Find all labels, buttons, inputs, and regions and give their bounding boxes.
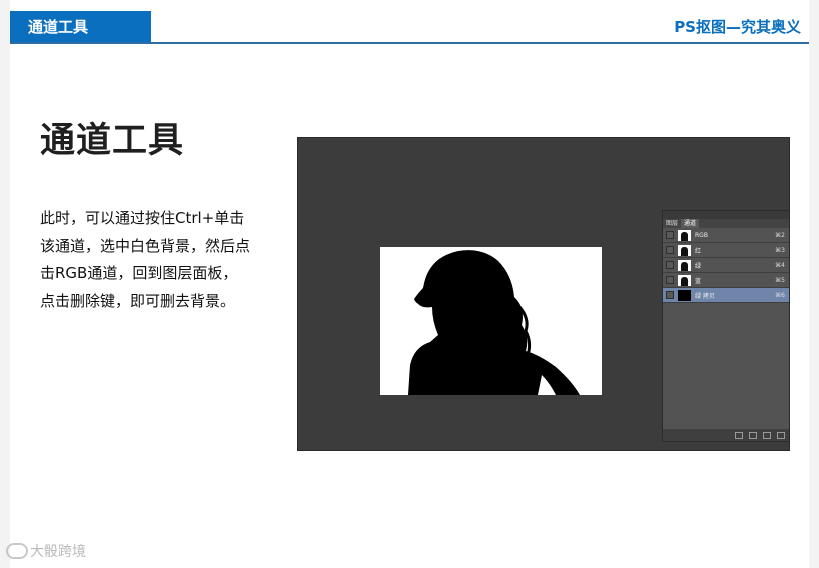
watermark-logo-icon	[6, 543, 28, 559]
header-divider	[10, 42, 809, 44]
channel-thumbnail	[678, 259, 691, 271]
channel-label: 蓝	[695, 277, 702, 285]
instruction-paragraph: 此时，可以通过按住Ctrl+单击 该通道，选中白色背景，然后点 击RGB通道，回…	[40, 205, 280, 315]
tab-channels[interactable]: 通道	[681, 219, 700, 228]
channel-label: 红	[695, 247, 702, 255]
watermark-text: 大骰跨境	[30, 544, 86, 560]
paragraph-line: 点击删除键，即可删去背景。	[40, 291, 236, 310]
visibility-icon[interactable]	[666, 276, 674, 284]
visibility-icon[interactable]	[666, 231, 674, 239]
channel-label: 绿	[695, 262, 702, 270]
paragraph-line: 该通道，选中白色背景，然后点	[40, 236, 251, 255]
channel-label: RGB	[695, 231, 708, 239]
channel-shortcut: ⌘6	[775, 291, 785, 299]
section-tab: 通道工具	[10, 11, 151, 43]
save-selection-icon[interactable]	[749, 431, 757, 439]
paragraph-line: 击RGB通道，回到图层面板，	[40, 264, 238, 282]
channel-row-rgb[interactable]: RGB ⌘2	[663, 228, 789, 243]
panel-footer	[663, 429, 789, 441]
new-channel-icon[interactable]	[763, 431, 771, 439]
panel-tabs: 图层 通道	[663, 219, 789, 228]
channel-row-blue[interactable]: 蓝 ⌘5	[663, 273, 789, 288]
delete-channel-icon[interactable]	[777, 431, 785, 439]
channel-row-red[interactable]: 红 ⌘3	[663, 243, 789, 258]
channel-shortcut: ⌘2	[775, 231, 785, 239]
channel-label: 绿 拷贝	[695, 292, 715, 300]
channel-thumbnail	[678, 274, 691, 286]
channel-shortcut: ⌘4	[775, 261, 785, 269]
watermark: 大骰跨境	[6, 541, 86, 561]
channels-panel: 图层 通道 RGB ⌘2 红 ⌘3 绿 ⌘4 蓝 ⌘5 绿 拷贝 ⌘6	[662, 210, 789, 442]
silhouette-graphic	[380, 247, 602, 395]
page-title: 通道工具	[40, 121, 185, 161]
silhouette-image	[380, 247, 602, 395]
channel-shortcut: ⌘5	[775, 276, 785, 284]
panel-titlebar	[663, 211, 789, 219]
channel-row-green-copy[interactable]: 绿 拷贝 ⌘6	[663, 288, 789, 303]
visibility-icon[interactable]	[666, 291, 674, 299]
course-title: PS抠图—究其奥义	[674, 18, 801, 36]
channel-thumbnail	[678, 229, 691, 241]
channel-thumbnail	[678, 244, 691, 256]
channel-row-green[interactable]: 绿 ⌘4	[663, 258, 789, 273]
load-selection-icon[interactable]	[735, 431, 743, 439]
channel-shortcut: ⌘3	[775, 246, 785, 254]
visibility-icon[interactable]	[666, 261, 674, 269]
tab-layers[interactable]: 图层	[663, 219, 681, 228]
visibility-icon[interactable]	[666, 246, 674, 254]
photoshop-screenshot: 图层 通道 RGB ⌘2 红 ⌘3 绿 ⌘4 蓝 ⌘5 绿 拷贝 ⌘6	[297, 137, 790, 451]
channel-thumbnail	[678, 289, 691, 301]
paragraph-line: 此时，可以通过按住Ctrl+单击	[40, 209, 245, 227]
